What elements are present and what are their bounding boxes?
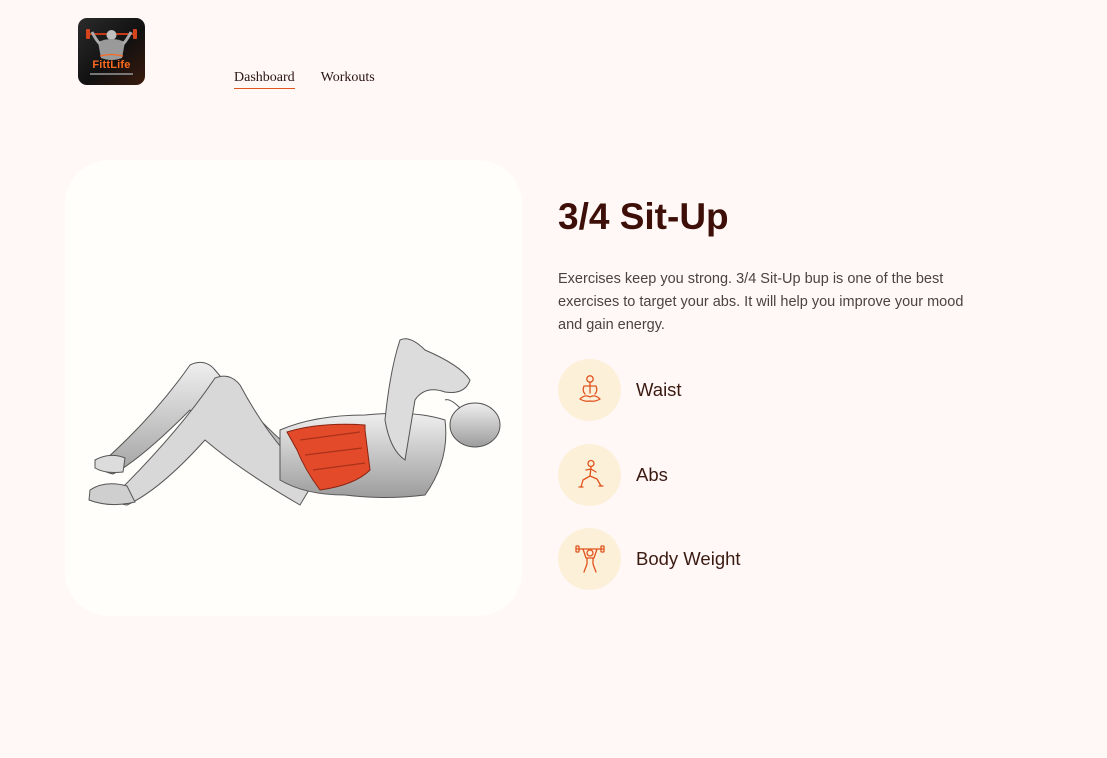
exercise-details: 3/4 Sit-Up Exercises keep you strong. 3/…	[558, 190, 978, 613]
meditation-icon	[578, 375, 601, 402]
main-nav: Dashboard Workouts	[234, 70, 375, 89]
nav-link-workouts[interactable]: Workouts	[321, 70, 375, 89]
tag-abs: Abs	[558, 443, 978, 506]
exercise-description: Exercises keep you strong. 3/4 Sit-Up bu…	[558, 271, 964, 333]
nav-link-dashboard[interactable]: Dashboard	[234, 70, 295, 89]
tag-icon-circle	[558, 359, 621, 421]
weightlifter-icon	[574, 545, 605, 573]
sit-up-illustration	[88, 338, 501, 506]
tag-waist: Waist	[558, 359, 978, 421]
tag-label: Body Weight	[636, 548, 741, 569]
exercise-tags: Waist Abs Body Weight	[558, 359, 978, 590]
tag-body-weight: Body Weight	[558, 528, 978, 590]
tag-icon-circle	[558, 528, 621, 590]
brand-logo[interactable]: FittLife	[78, 18, 145, 85]
bodybuilder-logo-icon	[86, 29, 137, 75]
lunge-icon	[577, 459, 604, 488]
tag-label: Abs	[636, 463, 668, 485]
exercise-title: 3/4 Sit-Up	[558, 196, 729, 237]
tag-icon-circle	[558, 443, 621, 506]
exercise-image-card	[65, 160, 522, 616]
tag-label: Waist	[636, 379, 682, 400]
brand-name: FittLife	[92, 59, 131, 71]
